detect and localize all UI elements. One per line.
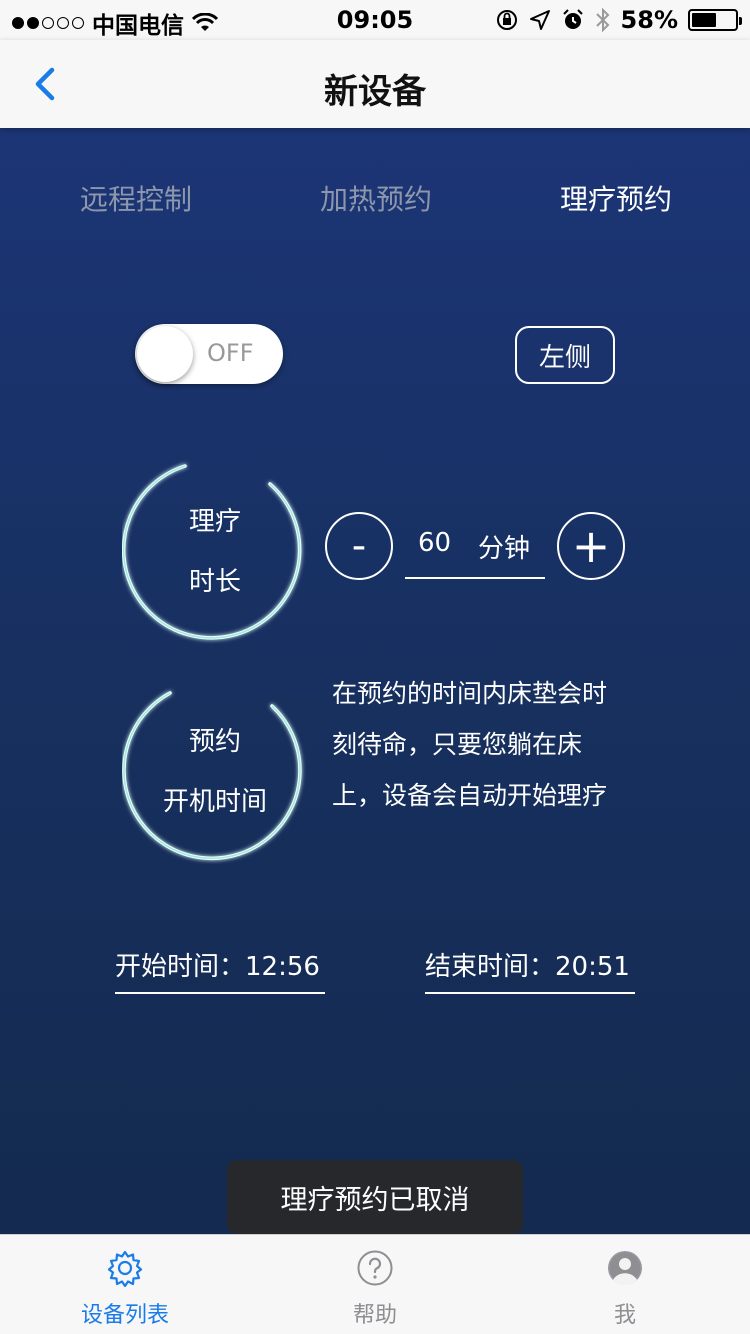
description-line: 上，设备会自动开始理疗	[332, 781, 608, 810]
ring-glow-icon	[122, 464, 302, 640]
schedule-start-ring: 预约 开机时间	[122, 678, 302, 861]
tabbar-label: 帮助	[352, 1303, 397, 1328]
user-icon	[608, 1251, 642, 1286]
ring-label-line1: 预约	[188, 727, 241, 757]
duration-underline	[405, 577, 545, 579]
description-line: 刻待命，只要您躺在床	[332, 730, 583, 759]
battery-icon	[688, 9, 742, 31]
increase-duration-button[interactable]: +	[557, 512, 625, 580]
end-time-label: 结束时间：20:51	[425, 952, 630, 982]
description-line: 在预约的时间内床垫会时	[332, 679, 608, 708]
power-toggle[interactable]: OFF	[135, 324, 283, 384]
ring-glow-icon	[122, 691, 302, 861]
end-time-underline	[425, 992, 635, 994]
tabbar-label: 设备列表	[80, 1303, 169, 1328]
schedule-description: 在预约的时间内床垫会时 刻待命，只要您躺在床 上，设备会自动开始理疗	[332, 668, 632, 821]
nav-bar: 新设备	[0, 40, 750, 128]
start-time-underline	[115, 992, 325, 994]
toggle-label: OFF	[207, 339, 254, 367]
decrease-duration-button[interactable]: -	[325, 512, 393, 580]
duration-unit: 分钟	[478, 534, 531, 564]
tab-remote-control[interactable]: 远程控制	[80, 178, 192, 218]
status-bar: 中国电信 09:05 58%	[0, 0, 750, 40]
location-icon	[529, 10, 550, 30]
start-time-field[interactable]: 开始时间：12:56	[115, 934, 325, 994]
start-time-label: 开始时间：12:56	[115, 952, 320, 982]
alarm-icon	[562, 9, 583, 29]
toast-message: 理疗预约已取消	[227, 1160, 523, 1234]
tab-therapy-schedule[interactable]: 理疗预约	[560, 178, 672, 218]
tabbar-item-me[interactable]: 我	[500, 1235, 750, 1334]
status-right: 58%	[495, 6, 742, 34]
bottom-tab-bar: 设备列表 帮助 我	[0, 1234, 750, 1334]
page-title: 新设备	[324, 72, 426, 112]
main-panel: 远程控制 加热预约 理疗预约 OFF 左侧 理疗 时长 - 60 分钟 + 预约…	[0, 128, 750, 1234]
battery-percent: 58%	[620, 6, 678, 34]
tabbar-item-device-list[interactable]: 设备列表	[0, 1235, 250, 1334]
tab-heating-schedule[interactable]: 加热预约	[320, 178, 432, 218]
gear-icon	[107, 1250, 143, 1287]
duration-value: 60	[418, 528, 452, 558]
side-select-button[interactable]: 左侧	[515, 326, 615, 384]
ring-label-line2: 开机时间	[162, 787, 267, 817]
rotation-lock-icon	[496, 10, 517, 30]
tabbar-item-help[interactable]: 帮助	[250, 1235, 500, 1334]
tabbar-label: 我	[613, 1303, 636, 1328]
therapy-duration-ring: 理疗 时长	[122, 458, 302, 640]
ring-label-line1: 理疗	[188, 507, 241, 537]
tab-strip: 远程控制 加热预约 理疗预约	[0, 178, 750, 218]
help-icon	[357, 1250, 393, 1286]
minus-icon: -	[351, 523, 367, 569]
toggle-knob	[137, 326, 193, 382]
plus-icon: +	[571, 519, 611, 573]
end-time-field[interactable]: 结束时间：20:51	[425, 934, 635, 994]
bluetooth-icon	[595, 7, 609, 33]
ring-label-line2: 时长	[188, 567, 241, 597]
